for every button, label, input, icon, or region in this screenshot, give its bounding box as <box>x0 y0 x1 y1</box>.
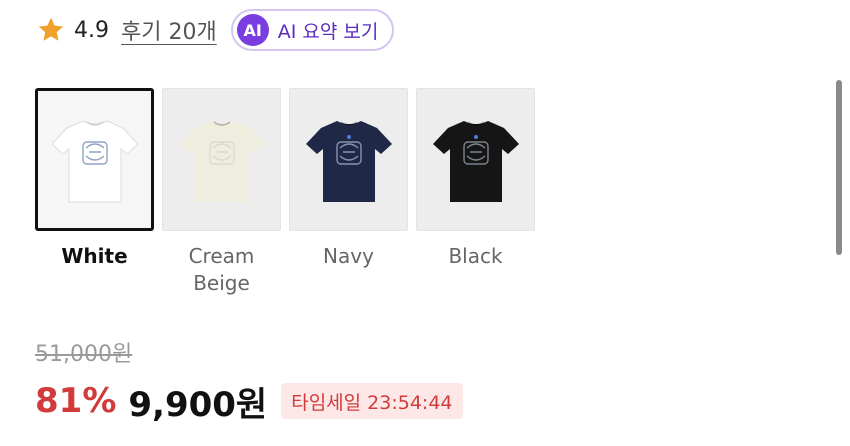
star-icon <box>36 15 66 45</box>
color-option[interactable]: Cream Beige <box>162 88 281 297</box>
color-thumbnail[interactable] <box>35 88 154 231</box>
sale-price: 9,900원 <box>128 384 268 425</box>
color-label: Black <box>448 244 503 268</box>
color-label: White <box>61 244 128 268</box>
reviews-link[interactable]: 후기 20개 <box>121 14 217 46</box>
color-option[interactable]: Navy <box>289 88 408 297</box>
product-options-panel: 4.9 후기 20개 AI AI 요약 보기 White Cream Beige N… <box>0 0 850 446</box>
rating-row: 4.9 후기 20개 AI AI 요약 보기 <box>36 9 395 51</box>
color-thumbnail[interactable] <box>416 88 535 231</box>
color-option[interactable]: Black <box>416 88 535 297</box>
color-thumbnail[interactable] <box>162 88 281 231</box>
tshirt-image <box>50 119 139 202</box>
tshirt-image <box>432 120 519 202</box>
tshirt-image <box>178 120 265 202</box>
price-row: 81% 9,900원 타임세일 23:54:44 <box>35 378 463 425</box>
color-options: White Cream Beige Navy Black <box>35 88 535 297</box>
timesale-badge: 타임세일 23:54:44 <box>281 383 463 419</box>
color-label: Cream Beige <box>188 244 255 295</box>
color-thumbnail[interactable] <box>289 88 408 231</box>
color-option[interactable]: White <box>35 88 154 297</box>
scrollbar[interactable] <box>836 80 842 255</box>
ai-summary-label: AI 요약 보기 <box>277 20 379 43</box>
ai-summary-button[interactable]: AI AI 요약 보기 <box>230 9 395 51</box>
discount-rate: 81% <box>35 381 117 421</box>
original-price: 51,000원 <box>35 342 133 367</box>
color-label: Navy <box>323 244 374 268</box>
tshirt-image <box>305 120 392 202</box>
rating-score: 4.9 <box>74 17 109 43</box>
ai-badge-icon: AI <box>236 14 269 46</box>
